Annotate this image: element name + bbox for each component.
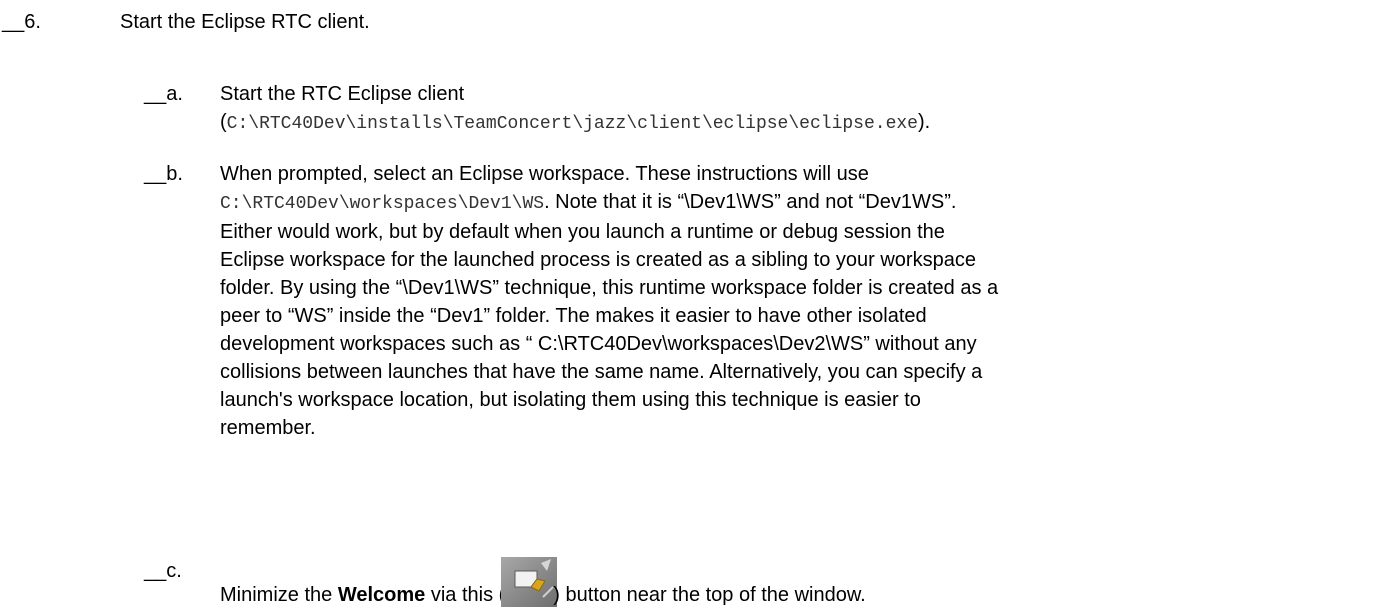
substep-c: __c. Minimize the Welcome via this ( ) bu…	[144, 557, 1374, 607]
substep-b-line: Eclipse workspace for the launched proce…	[220, 249, 976, 271]
substep-c-text: via this (	[425, 584, 506, 606]
welcome-label: Welcome	[337, 584, 426, 606]
substep-c-text: Minimize the	[220, 584, 338, 606]
substep-body: Minimize the Welcome via this ( ) button …	[220, 557, 1380, 609]
substep-b-path-line: C:\RTC40Dev\workspaces\Dev1\WS. Note tha…	[220, 188, 1380, 218]
substep-b: __b. When prompted, select an Eclipse wo…	[144, 160, 1374, 490]
substep-b-line: launch's workspace location, but isolati…	[220, 389, 921, 411]
substep-body: Start the RTC Eclipse client (C:\RTC40De…	[220, 80, 1380, 138]
substep-a-line1: Start the RTC Eclipse client	[220, 83, 465, 105]
substep-b-line: peer to “WS” inside the “Dev1” folder. T…	[220, 305, 927, 327]
paren-close: ).	[917, 111, 931, 133]
paren-open: (	[220, 111, 227, 133]
substep-b-intro: When prompted, select an Eclipse workspa…	[220, 163, 869, 185]
substep-b-after-path: . Note that it is “\Dev1\WS” and not “De…	[544, 191, 957, 213]
eclipse-exe-path: C:\RTC40Dev\installs\TeamConcert\jazz\cl…	[226, 114, 918, 134]
substep-b-line: development workspaces such as “ C:\RTC4…	[220, 333, 977, 355]
step-number: __6.	[2, 11, 41, 33]
substep-c-text: ) button near the top of the window.	[553, 584, 866, 606]
substep-b-line: collisions between launches that have th…	[220, 361, 983, 383]
substep-c-line: Minimize the Welcome via this ( ) button …	[220, 557, 1380, 609]
substep-letter: __b.	[144, 163, 183, 185]
step-title: Start the Eclipse RTC client.	[120, 11, 370, 33]
substep-b-line: Either would work, but by default when y…	[220, 221, 945, 243]
workspace-path: C:\RTC40Dev\workspaces\Dev1\WS	[220, 194, 545, 214]
substep-body: When prompted, select an Eclipse workspa…	[220, 160, 1380, 442]
substep-a-line2: (C:\RTC40Dev\installs\TeamConcert\jazz\c…	[220, 108, 1380, 138]
substep-b-line: remember.	[220, 417, 316, 439]
substep-letter: __a.	[144, 83, 183, 105]
substep-b-line: folder. By using the “\Dev1\WS” techniqu…	[220, 277, 999, 299]
substep-letter: __c.	[144, 560, 182, 582]
substep-a: __a. Start the RTC Eclipse client (C:\RT…	[144, 80, 1374, 140]
minimize-welcome-icon	[501, 557, 558, 607]
